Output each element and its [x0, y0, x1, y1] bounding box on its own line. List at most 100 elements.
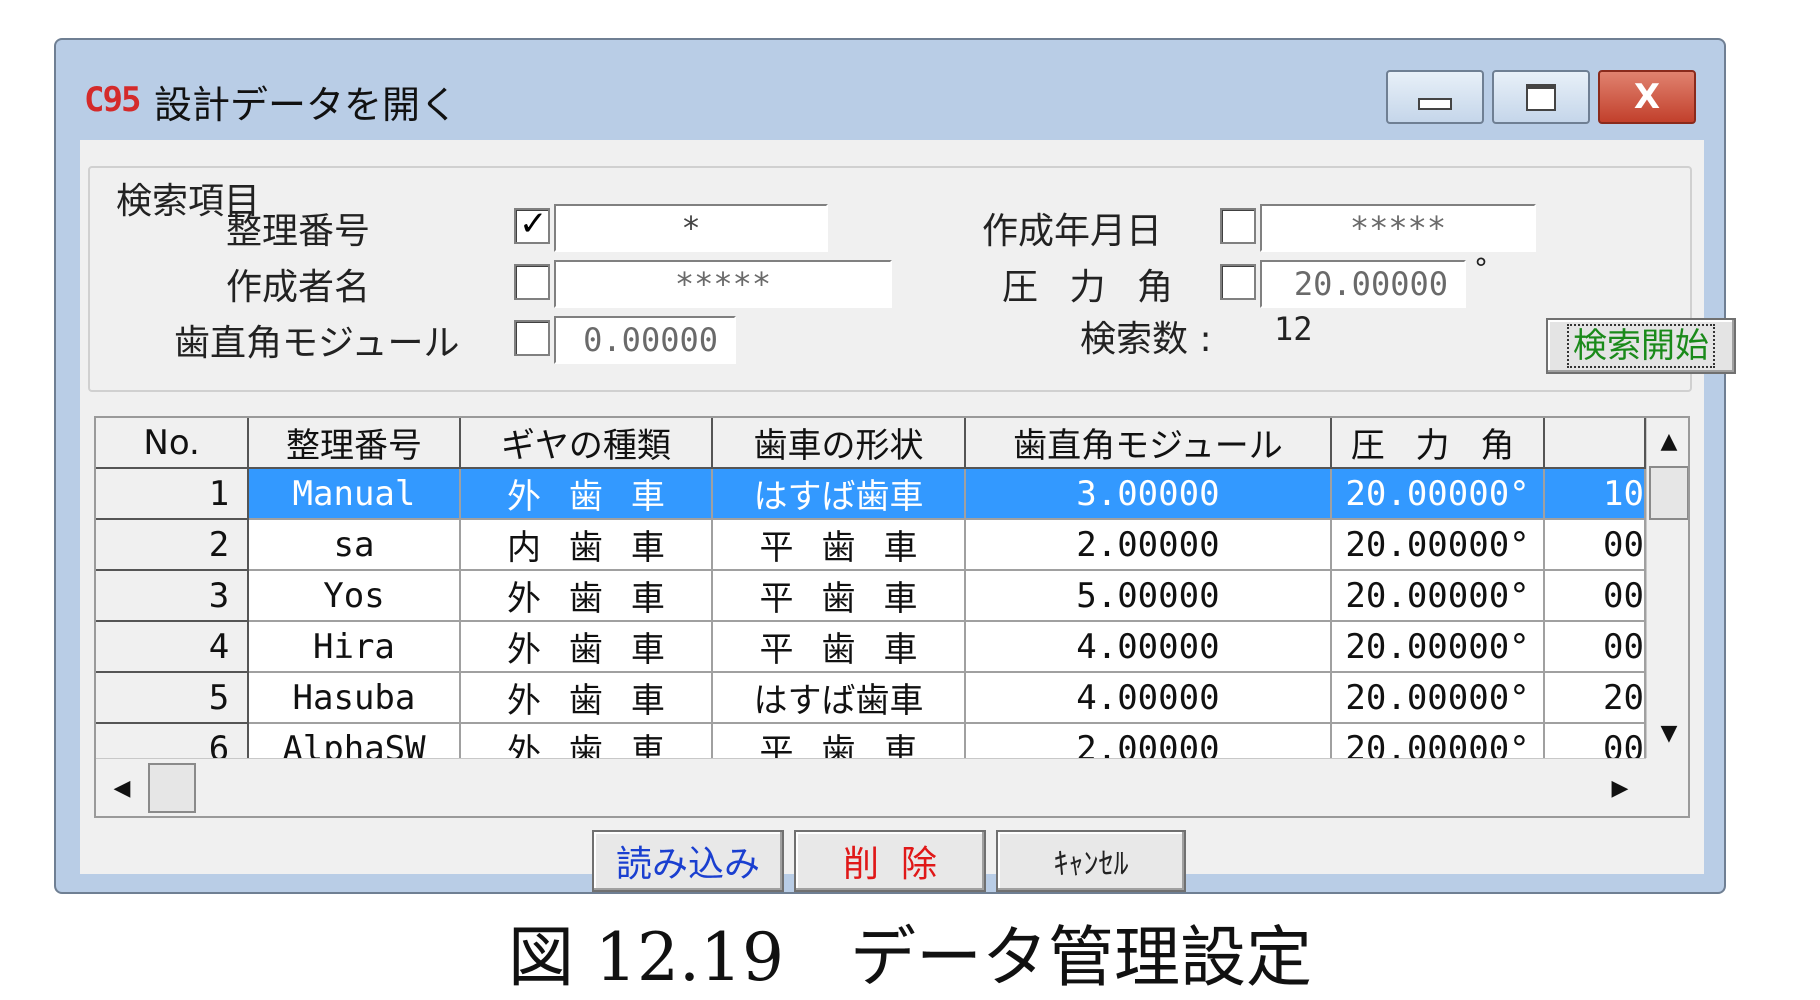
cell-shape[interactable]: はすば歯車 [712, 468, 966, 520]
cell-gear-type[interactable]: 外歯車 [459, 621, 714, 673]
cell-seiri[interactable]: Hira [248, 621, 461, 673]
table-row[interactable]: 5 Hasuba 外歯車 はすば歯車 4.00000 20.00000° 20 [96, 672, 1646, 724]
cell-pressure[interactable]: 20.00000° [1331, 672, 1545, 724]
triangle-right-icon: ▶ [1611, 775, 1629, 801]
seiri-label: 整理番号 [226, 211, 371, 252]
date-label: 作成年月日 [982, 211, 1163, 252]
col-header-module[interactable]: 歯直角モジュール [964, 418, 1333, 469]
cell-shape[interactable]: 平歯車 [712, 723, 966, 758]
scroll-left-button[interactable]: ◀ [98, 763, 146, 813]
scroll-right-button[interactable]: ▶ [1596, 763, 1644, 813]
search-start-label: 検索開始 [1567, 324, 1715, 368]
col-header-shape[interactable]: 歯車の形状 [712, 418, 966, 469]
col-header-no[interactable]: No. [96, 418, 250, 469]
table-row[interactable]: 1 Manual 外歯車 はすば歯車 3.00000 20.00000° 10 [96, 468, 1646, 520]
cell-gear-type[interactable]: 外歯車 [459, 672, 714, 724]
load-button[interactable]: 読み込み [592, 830, 784, 892]
seiri-checkbox[interactable]: ✓ [514, 204, 550, 244]
horizontal-scroll-thumb[interactable] [148, 763, 196, 813]
table-row[interactable]: 6 AlphaSW 外歯車 平歯車 2.00000 20.00000° 00 [96, 723, 1646, 758]
cell-module[interactable]: 5.00000 [964, 570, 1333, 622]
row-number[interactable]: 1 [96, 468, 250, 520]
results-table: No. 整理番号 ギヤの種類 歯車の形状 歯直角モジュール 圧 力 角 1 Ma… [96, 418, 1646, 758]
table-row[interactable]: 2 sa 内歯車 平歯車 2.00000 20.00000° 00 [96, 519, 1646, 571]
window-title: 設計データを開く [154, 83, 459, 127]
cell-seiri[interactable]: sa [248, 519, 461, 571]
cell-seiri[interactable]: Yos [248, 570, 461, 622]
cell-pressure[interactable]: 20.00000° [1331, 570, 1545, 622]
check-icon: ✓ [519, 204, 548, 244]
date-checkbox[interactable] [1220, 208, 1256, 244]
search-start-button[interactable]: 検索開始 [1546, 318, 1736, 374]
cell-gear-type[interactable]: 外歯車 [459, 468, 714, 520]
cell-extra[interactable]: 10 [1544, 468, 1646, 520]
cell-extra[interactable]: 00 [1544, 519, 1646, 571]
cell-shape[interactable]: はすば歯車 [712, 672, 966, 724]
cell-extra[interactable]: 20 [1544, 672, 1646, 724]
cell-gear-type[interactable]: 外歯車 [459, 723, 714, 758]
row-number[interactable]: 3 [96, 570, 250, 622]
col-header-extra[interactable] [1544, 418, 1646, 469]
col-header-pressure[interactable]: 圧 力 角 [1331, 418, 1545, 469]
cell-pressure[interactable]: 20.00000° [1331, 723, 1545, 758]
row-number[interactable]: 5 [96, 672, 250, 724]
results-grid[interactable]: No. 整理番号 ギヤの種類 歯車の形状 歯直角モジュール 圧 力 角 1 Ma… [94, 416, 1690, 818]
pressure-field[interactable]: 20.00000 [1260, 260, 1466, 308]
cell-seiri[interactable]: Manual [248, 468, 461, 520]
module-field[interactable]: 0.00000 [554, 316, 736, 364]
cell-shape[interactable]: 平歯車 [712, 519, 966, 571]
cell-extra[interactable]: 00 [1544, 570, 1646, 622]
cancel-button[interactable]: ｷｬﾝｾﾙ [996, 830, 1186, 892]
row-number[interactable]: 2 [96, 519, 250, 571]
cell-module[interactable]: 4.00000 [964, 621, 1333, 673]
author-label: 作成者名 [226, 267, 371, 308]
author-field[interactable]: ***** [554, 260, 892, 308]
cell-module[interactable]: 2.00000 [964, 723, 1333, 758]
scroll-down-button[interactable]: ▼ [1647, 710, 1688, 756]
col-header-seiri[interactable]: 整理番号 [248, 418, 461, 469]
cell-module[interactable]: 3.00000 [964, 468, 1333, 520]
cell-extra[interactable]: 00 [1544, 723, 1646, 758]
date-field[interactable]: ***** [1260, 204, 1536, 252]
row-number[interactable]: 4 [96, 621, 250, 673]
seiri-field[interactable]: * [554, 204, 828, 252]
dialog-body: 検索項目 整理番号 ✓ * 作成者名 ***** 歯直角モジュール 0.0000… [80, 140, 1736, 892]
cell-gear-type[interactable]: 外歯車 [459, 570, 714, 622]
cell-gear-type[interactable]: 内歯車 [459, 519, 714, 571]
cell-pressure[interactable]: 20.00000° [1331, 468, 1545, 520]
author-checkbox[interactable] [514, 264, 550, 300]
col-header-gear-type[interactable]: ギヤの種類 [459, 418, 714, 469]
app-logo: C95 [84, 80, 141, 120]
cell-extra[interactable]: 00 [1544, 621, 1646, 673]
header-row: No. 整理番号 ギヤの種類 歯車の形状 歯直角モジュール 圧 力 角 [96, 418, 1646, 469]
close-button[interactable]: X [1598, 70, 1696, 124]
triangle-left-icon: ◀ [113, 775, 131, 801]
maximize-button[interactable] [1492, 70, 1590, 124]
table-row[interactable]: 3 Yos 外歯車 平歯車 5.00000 20.00000° 00 [96, 570, 1646, 622]
vertical-scroll-thumb[interactable] [1649, 466, 1688, 520]
triangle-down-icon: ▼ [1660, 720, 1678, 746]
cell-module[interactable]: 2.00000 [964, 519, 1333, 571]
cell-seiri[interactable]: Hasuba [248, 672, 461, 724]
cell-pressure[interactable]: 20.00000° [1331, 519, 1545, 571]
minimize-button[interactable] [1386, 70, 1484, 124]
module-label: 歯直角モジュール [174, 323, 460, 364]
title-bar[interactable]: C95 設計データを開く X [56, 40, 1724, 140]
pressure-label: 圧 力 角 [1002, 267, 1183, 308]
scroll-up-button[interactable]: ▲ [1647, 418, 1688, 464]
module-checkbox[interactable] [514, 320, 550, 356]
cell-seiri[interactable]: AlphaSW [248, 723, 461, 758]
vertical-scrollbar[interactable]: ▲ ▼ [1646, 418, 1688, 758]
figure-caption: 図 12.19 データ管理設定 [508, 919, 1312, 996]
close-icon: X [1633, 77, 1661, 117]
delete-button[interactable]: 削除 [794, 830, 986, 892]
minimize-icon [1418, 98, 1452, 110]
pressure-checkbox[interactable] [1220, 264, 1256, 300]
row-number[interactable]: 6 [96, 723, 250, 758]
cell-shape[interactable]: 平歯車 [712, 621, 966, 673]
cell-pressure[interactable]: 20.00000° [1331, 621, 1545, 673]
cell-module[interactable]: 4.00000 [964, 672, 1333, 724]
horizontal-scrollbar[interactable]: ◀ ▶ [96, 758, 1646, 816]
table-row[interactable]: 4 Hira 外歯車 平歯車 4.00000 20.00000° 00 [96, 621, 1646, 673]
cell-shape[interactable]: 平歯車 [712, 570, 966, 622]
